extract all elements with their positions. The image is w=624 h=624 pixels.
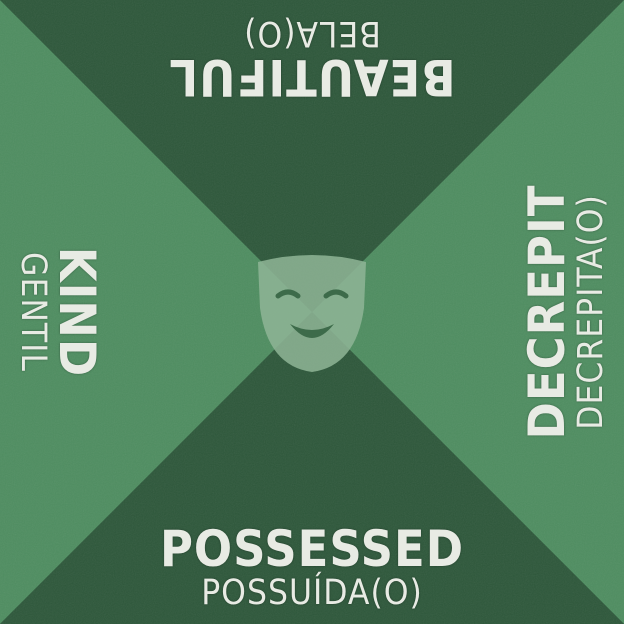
- bottom-word-english: POSSESSED: [159, 520, 465, 578]
- left-word-english: KIND: [48, 246, 106, 378]
- word-card: BEAUTIFUL BELA(O) POSSESSED POSSUÍDA(O) …: [0, 0, 624, 624]
- bottom-word-portuguese: POSSUÍDA(O): [201, 573, 423, 613]
- top-word-english: BEAUTIFUL: [168, 48, 456, 106]
- right-word-portuguese: DECREPITA(O): [571, 194, 611, 430]
- right-word-english: DECREPIT: [518, 184, 576, 440]
- comedy-mask-icon: [258, 255, 366, 372]
- top-word-portuguese: BELA(O): [243, 13, 381, 53]
- left-word-portuguese: GENTIL: [13, 252, 53, 372]
